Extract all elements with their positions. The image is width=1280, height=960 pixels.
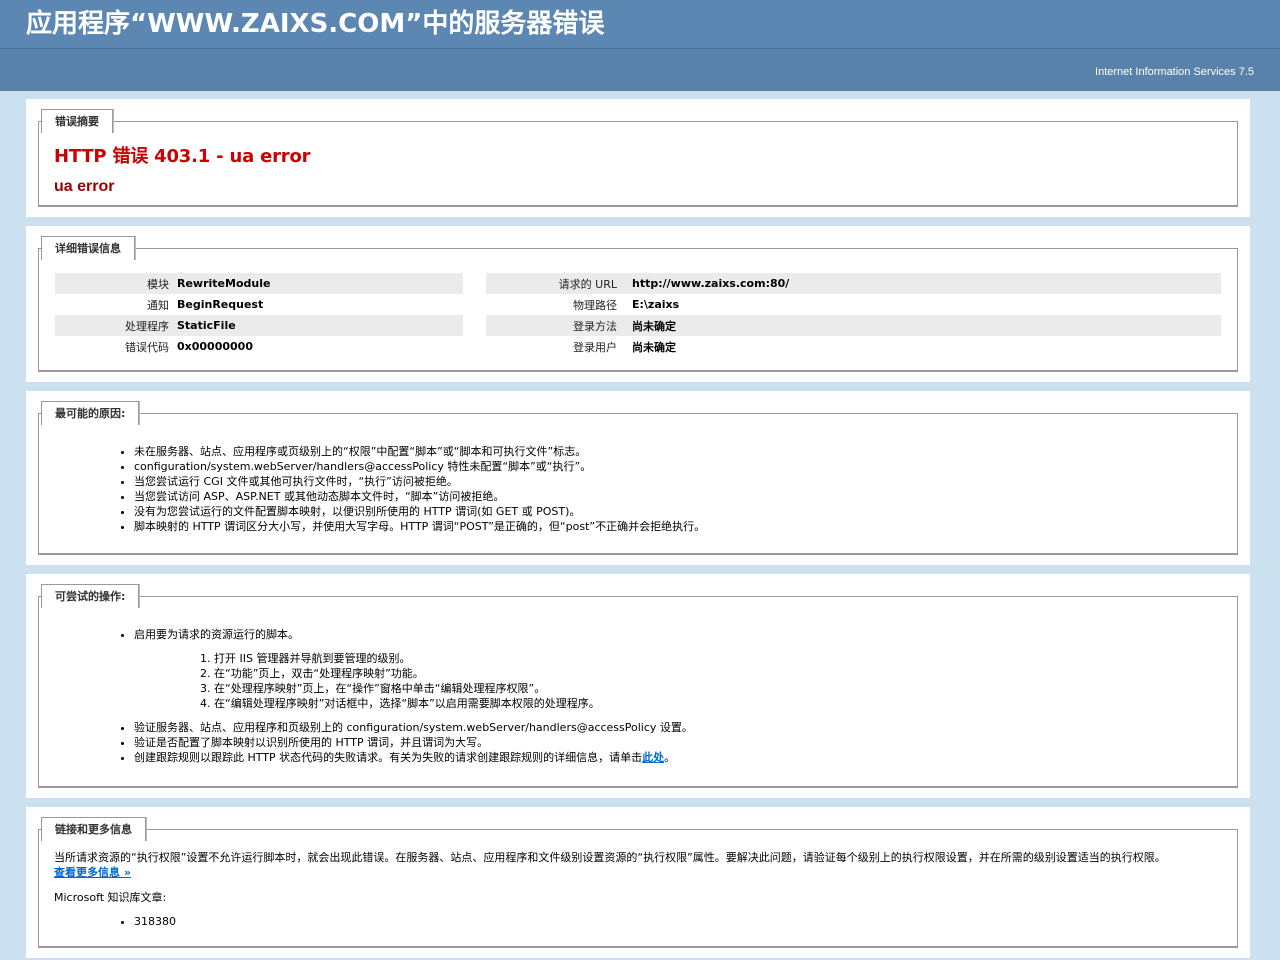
detail-value: BeginRequest (177, 298, 264, 311)
table-row: 请求的 URL http://www.zaixs.com:80/ (486, 273, 1221, 294)
error-summary-legend: 错误摘要 (41, 109, 113, 133)
likely-causes-section: 最可能的原因: 未在服务器、站点、应用程序或页级别上的“权限”中配置“脚本”或“… (26, 391, 1250, 565)
step-item: 在“功能”页上，双击“处理程序映射”功能。 (214, 666, 1222, 681)
action-text: 创建跟踪规则以跟踪此 HTTP 状态代码的失败请求。有关为失败的请求创建跟踪规则… (134, 751, 643, 764)
likely-causes-legend: 最可能的原因: (41, 401, 140, 425)
detail-value: RewriteModule (177, 273, 463, 294)
kb-label: Microsoft 知识库文章: (54, 891, 167, 904)
table-row: 登录用户 尚未确定 (486, 336, 1221, 357)
description-text: 当所请求资源的“执行权限”设置不允许运行脚本时，就会出现此错误。在服务器、站点、… (54, 851, 1166, 864)
page-title: 应用程序“WWW.ZAIXS.COM”中的服务器错误 (26, 9, 605, 39)
list-item: 当您尝试运行 CGI 文件或其他可执行文件时，“执行”访问被拒绝。 (134, 474, 1222, 489)
detail-value: 0x00000000 (177, 340, 253, 353)
detail-value: http://www.zaixs.com:80/ (632, 273, 1221, 294)
detail-label: 登录方法 (486, 315, 632, 336)
detailed-error-legend: 详细错误信息 (41, 236, 135, 260)
detail-value: StaticFile (177, 315, 463, 336)
page-header: 应用程序“WWW.ZAIXS.COM”中的服务器错误 (0, 0, 1280, 48)
list-item: 318380 (134, 914, 1222, 929)
detail-label: 登录用户 (573, 340, 617, 354)
detail-value: E:\zaixs (632, 298, 680, 311)
table-row: 物理路径 E:\zaixs (486, 294, 1221, 315)
table-row: 模块 RewriteModule (55, 273, 463, 294)
things-to-try-legend: 可尝试的操作: (41, 584, 140, 608)
view-more-link[interactable]: 查看更多信息 » (54, 866, 131, 879)
server-name: Internet Information Services 7.5 (1095, 66, 1254, 78)
detail-value: 尚未确定 (632, 315, 1221, 336)
table-row: 错误代码 0x00000000 (55, 336, 463, 357)
action-text-suffix: 。 (664, 751, 676, 764)
step-item: 在“编辑处理程序映射”对话框中，选择“脚本”以启用需要脚本权限的处理程序。 (214, 696, 1222, 711)
trace-rules-link[interactable]: 此处 (642, 751, 664, 764)
detail-value: 尚未确定 (632, 340, 676, 354)
step-item: 打开 IIS 管理器并导航到要管理的级别。 (214, 651, 1222, 666)
things-to-try-section: 可尝试的操作: 启用要为请求的资源运行的脚本。 打开 IIS 管理器并导航到要管… (26, 574, 1250, 798)
detail-label: 处理程序 (55, 315, 177, 336)
detail-label: 通知 (147, 298, 169, 312)
error-heading: HTTP 错误 403.1 - ua error (54, 146, 311, 167)
detail-label: 物理路径 (573, 298, 617, 312)
list-item: 验证是否配置了脚本映射以识别所使用的 HTTP 谓词，并且谓词为大写。 (134, 735, 1222, 750)
list-item: configuration/system.webServer/handlers@… (134, 459, 1222, 474)
list-item: 脚本映射的 HTTP 谓词区分大小写，并使用大写字母。HTTP 谓词“POST”… (134, 519, 1222, 534)
list-item: 验证服务器、站点、应用程序和页级别上的 configuration/system… (134, 720, 1222, 735)
server-bar: Internet Information Services 7.5 (0, 48, 1280, 91)
step-item: 在“处理程序映射”页上，在“操作”窗格中单击“编辑处理程序权限”。 (214, 681, 1222, 696)
error-subheading: ua error (54, 178, 115, 195)
list-item: 启用要为请求的资源运行的脚本。 打开 IIS 管理器并导航到要管理的级别。 在“… (134, 627, 1222, 711)
table-row: 登录方法 尚未确定 (486, 315, 1221, 336)
table-row: 处理程序 StaticFile (55, 315, 463, 336)
causes-list: 未在服务器、站点、应用程序或页级别上的“权限”中配置“脚本”或“脚本和可执行文件… (54, 444, 1222, 534)
detail-label: 请求的 URL (486, 273, 632, 294)
details-table-left: 模块 RewriteModule 通知 BeginRequest 处理程序 St… (55, 273, 463, 357)
table-row: 通知 BeginRequest (55, 294, 463, 315)
detailed-error-section: 详细错误信息 模块 RewriteModule 通知 BeginRequest … (26, 226, 1250, 382)
links-section: 链接和更多信息 当所请求资源的“执行权限”设置不允许运行脚本时，就会出现此错误。… (26, 807, 1250, 958)
list-item: 创建跟踪规则以跟踪此 HTTP 状态代码的失败请求。有关为失败的请求创建跟踪规则… (134, 750, 1222, 765)
action-text: 启用要为请求的资源运行的脚本。 (134, 628, 299, 641)
list-item: 没有为您尝试运行的文件配置脚本映射，以便识别所使用的 HTTP 谓词(如 GET… (134, 504, 1222, 519)
detail-label: 模块 (55, 273, 177, 294)
kb-list: 318380 (54, 914, 1222, 929)
links-description: 当所请求资源的“执行权限”设置不允许运行脚本时，就会出现此错误。在服务器、站点、… (54, 850, 1222, 880)
details-table-right: 请求的 URL http://www.zaixs.com:80/ 物理路径 E:… (486, 273, 1221, 357)
list-item: 当您尝试访问 ASP、ASP.NET 或其他动态脚本文件时，“脚本”访问被拒绝。 (134, 489, 1222, 504)
error-summary-section: 错误摘要 HTTP 错误 403.1 - ua error ua error (26, 99, 1250, 217)
actions-list: 启用要为请求的资源运行的脚本。 打开 IIS 管理器并导航到要管理的级别。 在“… (54, 627, 1222, 765)
list-item: 未在服务器、站点、应用程序或页级别上的“权限”中配置“脚本”或“脚本和可执行文件… (134, 444, 1222, 459)
detail-label: 错误代码 (125, 340, 169, 354)
steps-list: 打开 IIS 管理器并导航到要管理的级别。 在“功能”页上，双击“处理程序映射”… (134, 651, 1222, 711)
links-legend: 链接和更多信息 (41, 817, 146, 841)
